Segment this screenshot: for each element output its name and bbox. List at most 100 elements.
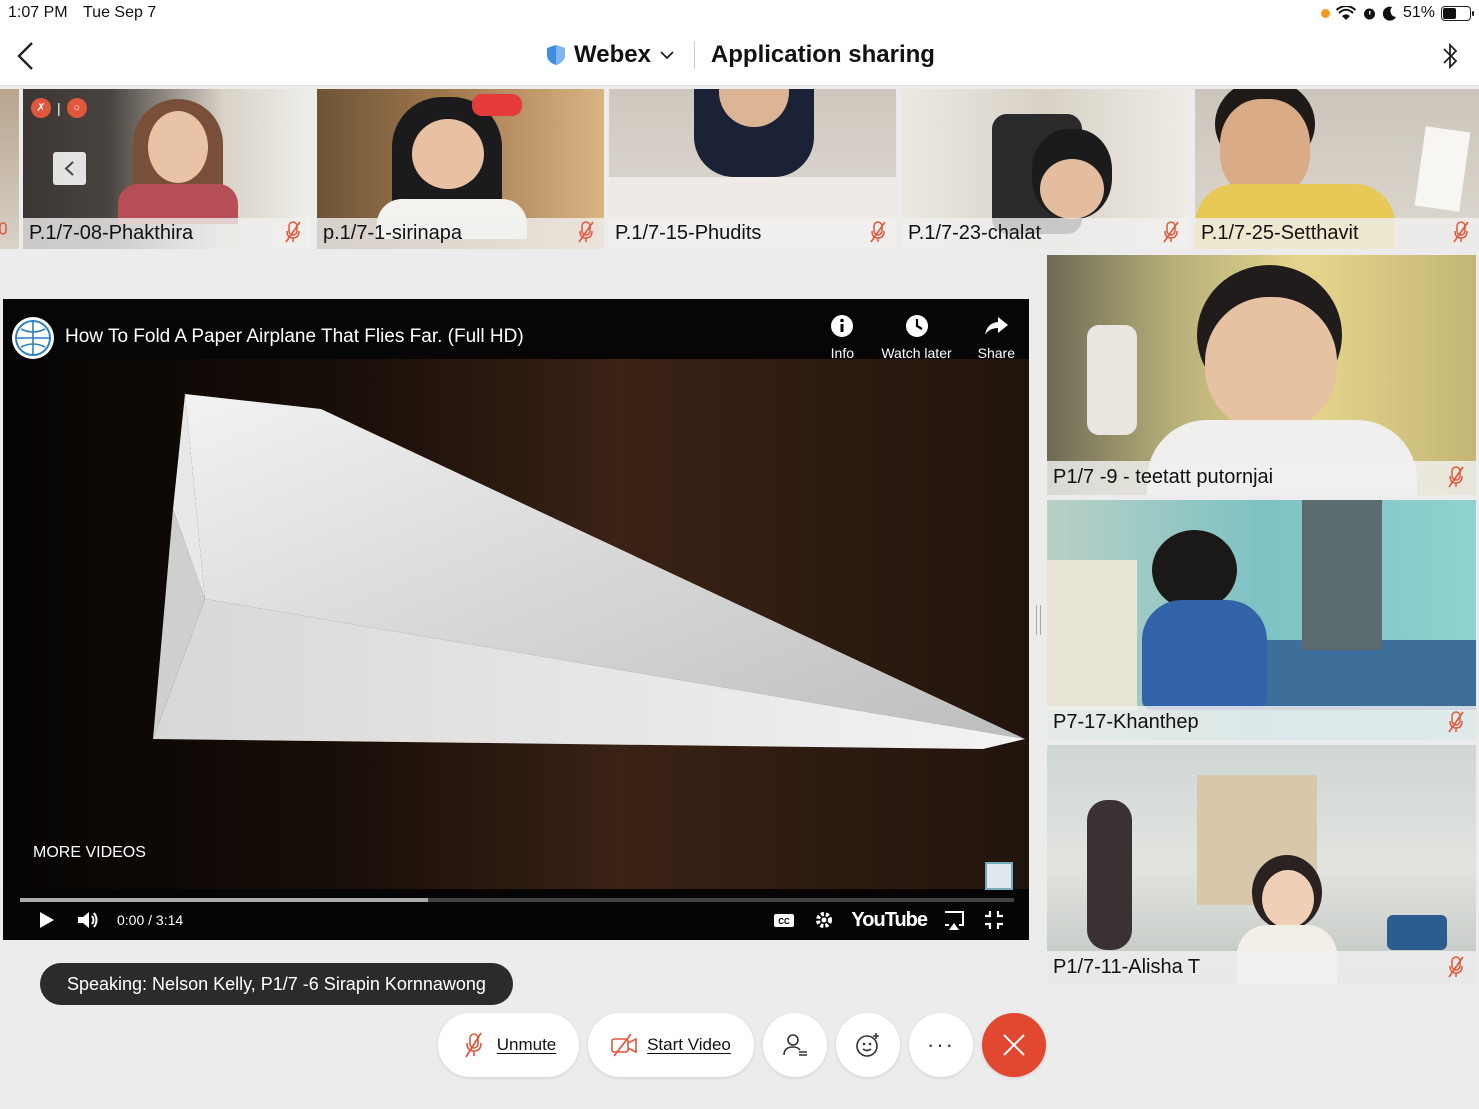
smiley-icon: [856, 1033, 879, 1057]
close-x-icon: [1003, 1034, 1025, 1056]
more-options-button[interactable]: ···: [909, 1013, 973, 1077]
participant-tile[interactable]: P.1/7-15-Phudits: [609, 89, 896, 249]
meeting-control-bar: Unmute Start Video ···: [438, 1013, 1046, 1077]
participant-face: [148, 111, 208, 183]
buffered-bar: [20, 898, 428, 902]
muted-mic-icon: [1448, 711, 1464, 733]
reactions-button[interactable]: [836, 1013, 900, 1077]
more-dots-icon: ···: [927, 1032, 955, 1057]
participant-tile[interactable]: P.1/7-23-chalat: [902, 89, 1189, 249]
participant-hair: [1152, 530, 1237, 610]
door: [1302, 500, 1382, 650]
muted-mic-icon: [285, 221, 301, 243]
muted-mic-icon: [870, 221, 886, 243]
globe-logo-icon: [15, 320, 51, 356]
participant-name: P.1/7-15-Phudits: [609, 218, 896, 249]
share-label: Share: [977, 345, 1015, 361]
participant-face: [1262, 870, 1314, 928]
watch-later-button[interactable]: Watch later: [881, 313, 952, 361]
participant-name: p.1/7-1-sirinapa: [317, 218, 604, 249]
participant-tile[interactable]: ✗ | ○ P.1/7-08-Phakthira: [23, 89, 311, 249]
share-title: Application sharing: [710, 41, 935, 68]
adult-figure: [1087, 800, 1132, 950]
participant-video-tile[interactable]: P1/7 -9 - teetatt putornjai: [1047, 255, 1476, 495]
muted-mic-icon: [578, 221, 594, 243]
shared-application-video[interactable]: How To Fold A Paper Airplane That Flies …: [3, 299, 1029, 940]
watch-later-label: Watch later: [881, 345, 952, 361]
wifi-icon: [1335, 5, 1356, 20]
channel-logo[interactable]: [12, 317, 54, 359]
status-time: 1:07 PM: [8, 4, 68, 21]
participant-name: P1/7-11-Alisha T: [1047, 951, 1476, 985]
settings-gear-icon[interactable]: [811, 907, 837, 933]
chevron-left-icon: [64, 161, 74, 176]
muted-mic-icon: [1448, 466, 1464, 488]
video-actions: Info Watch later Share: [829, 313, 1015, 361]
mute-indicator-icon: ✗: [31, 98, 51, 118]
video-frame-paper-airplane: [3, 299, 1029, 940]
participant-bow: [472, 94, 522, 116]
participant-thumbnail-strip[interactable]: ✗ | ○ P.1/7-08-Phakthira p.1/7-1-sirinap…: [0, 89, 1479, 249]
participant-tile[interactable]: p.1/7-1-sirinapa: [317, 89, 604, 249]
unmute-button[interactable]: Unmute: [438, 1013, 579, 1077]
header-title: Webex Application sharing: [546, 41, 935, 69]
participant-name: P.1/7-25-Setthavit: [1195, 218, 1479, 249]
video-off-icon: [611, 1033, 637, 1057]
info-button[interactable]: Info: [829, 313, 855, 361]
chevron-down-icon[interactable]: [660, 50, 674, 60]
svg-text:CC: CC: [779, 917, 791, 926]
video-title[interactable]: How To Fold A Paper Airplane That Flies …: [65, 326, 524, 348]
participant-video-tile[interactable]: P1/7-11-Alisha T: [1047, 745, 1476, 985]
partial-participant-tile[interactable]: [0, 89, 19, 249]
layout-splitter-handle[interactable]: [1036, 605, 1041, 635]
video-controls: 0:00 / 3:14 CC YouTube: [3, 905, 1029, 937]
youtube-logo[interactable]: YouTube: [851, 909, 928, 932]
info-label: Info: [830, 345, 855, 361]
battery-icon: [1441, 5, 1474, 21]
app-name-dropdown[interactable]: Webex: [574, 41, 651, 69]
info-icon: [831, 315, 854, 337]
status-indicators: 51%: [1320, 4, 1474, 22]
share-button[interactable]: Share: [978, 313, 1015, 361]
bluetooth-icon[interactable]: [1441, 40, 1459, 72]
participant-name: P1/7 -9 - teetatt putornjai: [1047, 461, 1476, 495]
participant-video-tile[interactable]: P7-17-Khanthep: [1047, 500, 1476, 740]
participant-tile[interactable]: P.1/7-25-Setthavit: [1195, 89, 1479, 249]
channel-watermark[interactable]: [985, 862, 1013, 890]
volume-icon[interactable]: [75, 907, 101, 933]
background-appliance: [1087, 325, 1137, 435]
exit-fullscreen-icon[interactable]: [981, 907, 1007, 933]
record-indicator-icon: ○: [66, 98, 87, 118]
participant-shirt: [1142, 600, 1267, 710]
meeting-header: Webex Application sharing: [0, 28, 1479, 86]
webex-app: 1:07 PM Tue Sep 7 51% Webex Application …: [0, 0, 1479, 1109]
start-video-button[interactable]: Start Video: [588, 1013, 754, 1077]
mic-in-use-indicator-icon: [1320, 8, 1330, 18]
active-speaker-banner: Speaking: Nelson Kelly, P1/7 -6 Sirapin …: [40, 963, 513, 1005]
captions-icon[interactable]: CC: [771, 907, 797, 933]
muted-mic-icon: [1453, 221, 1469, 243]
header-divider: [693, 41, 695, 69]
blue-container: [1387, 915, 1447, 950]
ios-status-bar: 1:07 PM Tue Sep 7 51%: [0, 0, 1479, 28]
airplay-icon[interactable]: [941, 907, 967, 933]
bookshelf: [1047, 560, 1137, 710]
participants-button[interactable]: [763, 1013, 827, 1077]
share-arrow-icon: [985, 317, 1009, 335]
start-video-label: Start Video: [647, 1035, 731, 1054]
participant-name: P.1/7-23-chalat: [902, 218, 1189, 249]
leave-meeting-button[interactable]: [982, 1013, 1046, 1077]
back-chevron-icon[interactable]: [12, 40, 40, 72]
video-progress-bar[interactable]: [20, 898, 1014, 902]
play-icon[interactable]: [33, 907, 59, 933]
muted-mic-icon: [1448, 956, 1464, 978]
more-videos-button[interactable]: MORE VIDEOS: [33, 844, 146, 862]
participants-list-icon: [783, 1034, 807, 1056]
previous-page-button[interactable]: [53, 152, 86, 185]
video-time: 0:00 / 3:14: [117, 912, 184, 928]
do-not-disturb-moon-icon: [1382, 6, 1396, 21]
muted-mic-icon: [1163, 221, 1179, 243]
shield-icon: [547, 45, 565, 65]
muted-mic-icon: [0, 222, 7, 235]
alarm-icon: [1363, 8, 1375, 19]
